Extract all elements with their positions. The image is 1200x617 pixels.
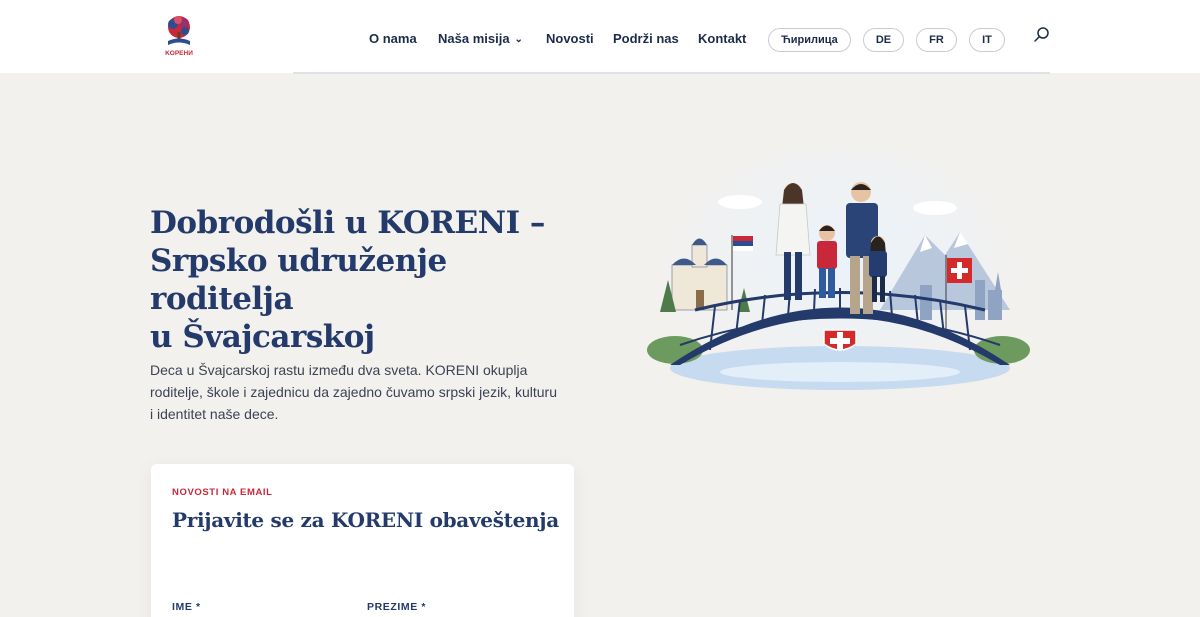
cloud	[913, 201, 957, 215]
hero-text-line: roditelje, škole i zajednicu da zajedno …	[150, 384, 557, 400]
signup-kicker: NOVOSTI NA EMAIL	[172, 487, 273, 498]
last-name-label: PREZIME *	[367, 601, 427, 613]
lang-fr-button[interactable]: FR	[916, 28, 957, 52]
logo-wordmark: KOPEHИ	[165, 50, 193, 57]
lang-de-button[interactable]: DE	[863, 28, 904, 52]
nav-about[interactable]: O nama	[369, 31, 417, 46]
signup-title: Prijavite se za KORENI obaveštenja	[172, 508, 559, 532]
koreni-logo[interactable]: KOPEHИ	[160, 14, 198, 58]
chevron-down-icon: ⌄	[514, 34, 523, 45]
nav-news[interactable]: Novosti	[546, 31, 594, 46]
hero-description: Deca u Švajcarskoj rastu između dva svet…	[150, 359, 580, 425]
newsletter-signup-card: NOVOSTI NA EMAIL Prijavite se za KORENI …	[151, 464, 574, 617]
lang-cyrillic-button[interactable]: Ћирилица	[768, 28, 851, 52]
nav-mission-label: Naša misija	[438, 31, 510, 46]
cloud	[718, 195, 762, 209]
lang-it-button[interactable]: IT	[969, 28, 1005, 52]
hero-title: Dobrodošli u KORENI – Srpsko udruženje r…	[150, 204, 600, 356]
site-header: KOPEHИ O nama Naša misija ⌄ Novosti Podrž…	[0, 0, 1200, 73]
nav-support[interactable]: Podrži nas	[613, 31, 679, 46]
nav-mission[interactable]: Naša misija ⌄	[438, 31, 523, 46]
hero-title-line: Dobrodošli u KORENI –	[150, 205, 545, 241]
hero-text-line: Deca u Švajcarskoj rastu između dva svet…	[150, 362, 528, 378]
hero-title-line: u Švajcarskoj	[150, 319, 375, 355]
hero-text-line: i identitet naše dece.	[150, 406, 279, 422]
first-name-label: IME *	[172, 601, 201, 613]
header-divider	[293, 72, 1050, 74]
search-icon[interactable]	[1033, 26, 1051, 44]
nav-contact[interactable]: Kontakt	[698, 31, 746, 46]
hero-illustration	[647, 145, 1030, 395]
hero-title-line: Srpsko udruženje roditelja	[150, 243, 447, 317]
